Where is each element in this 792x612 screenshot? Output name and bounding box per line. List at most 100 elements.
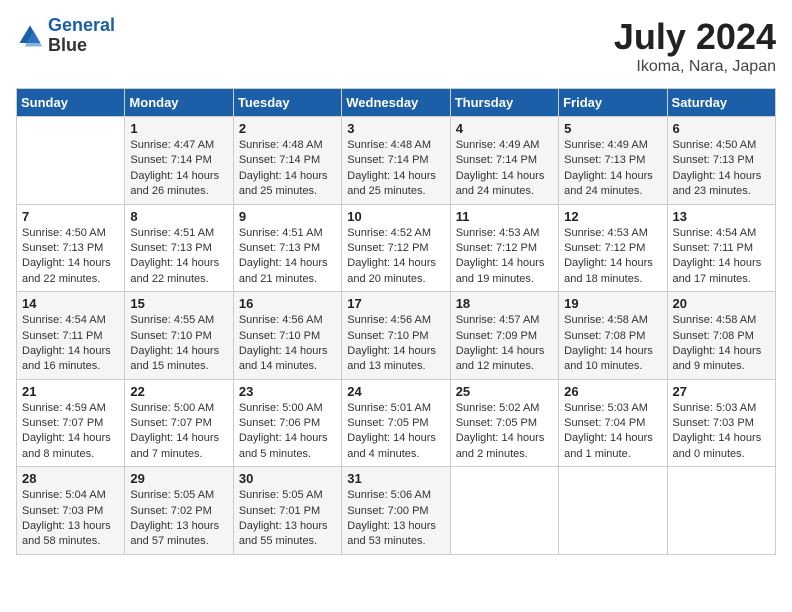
cell-info: Sunrise: 4:57 AMSunset: 7:09 PMDaylight:…	[456, 313, 553, 375]
day-number: 17	[347, 296, 444, 311]
calendar-cell: 10Sunrise: 4:52 AMSunset: 7:12 PMDayligh…	[342, 204, 450, 292]
cell-info: Sunrise: 4:48 AMSunset: 7:14 PMDaylight:…	[239, 138, 336, 200]
day-header: Friday	[559, 89, 667, 117]
calendar-cell: 1Sunrise: 4:47 AMSunset: 7:14 PMDaylight…	[125, 117, 233, 205]
cell-info: Sunrise: 4:58 AMSunset: 7:08 PMDaylight:…	[673, 313, 770, 375]
title-block: July 2024 Ikoma, Nara, Japan	[614, 16, 776, 76]
day-number: 29	[130, 471, 227, 486]
cell-info: Sunrise: 5:06 AMSunset: 7:00 PMDaylight:…	[347, 488, 444, 550]
calendar-cell: 12 Sunrise: 4:53 AMSunset: 7:12 PMDayligh…	[559, 204, 667, 292]
cell-info: Sunrise: 4:53 AMSunset: 7:12 PMDaylight:…	[564, 226, 661, 288]
calendar-table: SundayMondayTuesdayWednesdayThursdayFrid…	[16, 88, 776, 555]
day-number: 15	[130, 296, 227, 311]
cell-info: Sunrise: 4:50 AMSunset: 7:13 PMDaylight:…	[673, 138, 770, 200]
day-number: 11	[456, 209, 553, 224]
page-header: General Blue July 2024 Ikoma, Nara, Japa…	[16, 16, 776, 76]
calendar-cell: 23 Sunrise: 5:00 AMSunset: 7:06 PMDayligh…	[233, 379, 341, 467]
calendar-cell: 24 Sunrise: 5:01 AMSunset: 7:05 PMDayligh…	[342, 379, 450, 467]
calendar-cell: 15 Sunrise: 4:55 AMSunset: 7:10 PMDayligh…	[125, 292, 233, 380]
logo-icon	[16, 22, 44, 50]
day-number: 27	[673, 384, 770, 399]
cell-info: Sunrise: 4:49 AMSunset: 7:14 PMDaylight:…	[456, 138, 553, 200]
cell-info: Sunrise: 5:05 AMSunset: 7:01 PMDaylight:…	[239, 488, 336, 550]
day-number: 22	[130, 384, 227, 399]
calendar-cell	[559, 467, 667, 555]
cell-info: Sunrise: 4:56 AMSunset: 7:10 PMDaylight:…	[239, 313, 336, 375]
calendar-cell: 31Sunrise: 5:06 AMSunset: 7:00 PMDayligh…	[342, 467, 450, 555]
cell-info: Sunrise: 4:48 AMSunset: 7:14 PMDaylight:…	[347, 138, 444, 200]
cell-info: Sunrise: 4:50 AMSunset: 7:13 PMDaylight:…	[22, 226, 119, 288]
day-number: 3	[347, 121, 444, 136]
day-number: 9	[239, 209, 336, 224]
logo-text: General Blue	[48, 16, 115, 56]
day-number: 7	[22, 209, 119, 224]
calendar-cell: 6 Sunrise: 4:50 AMSunset: 7:13 PMDaylight…	[667, 117, 775, 205]
logo: General Blue	[16, 16, 115, 56]
calendar-cell: 9 Sunrise: 4:51 AMSunset: 7:13 PMDaylight…	[233, 204, 341, 292]
cell-info: Sunrise: 4:55 AMSunset: 7:10 PMDaylight:…	[130, 313, 227, 375]
calendar-cell: 17 Sunrise: 4:56 AMSunset: 7:10 PMDayligh…	[342, 292, 450, 380]
calendar-cell: 7 Sunrise: 4:50 AMSunset: 7:13 PMDaylight…	[17, 204, 125, 292]
header-row: SundayMondayTuesdayWednesdayThursdayFrid…	[17, 89, 776, 117]
calendar-cell: 13Sunrise: 4:54 AMSunset: 7:11 PMDayligh…	[667, 204, 775, 292]
cell-info: Sunrise: 4:51 AMSunset: 7:13 PMDaylight:…	[130, 226, 227, 288]
calendar-cell	[17, 117, 125, 205]
calendar-week-row: 7 Sunrise: 4:50 AMSunset: 7:13 PMDaylight…	[17, 204, 776, 292]
day-header: Thursday	[450, 89, 558, 117]
cell-info: Sunrise: 4:53 AMSunset: 7:12 PMDaylight:…	[456, 226, 553, 288]
calendar-cell	[667, 467, 775, 555]
day-number: 4	[456, 121, 553, 136]
calendar-cell: 21Sunrise: 4:59 AMSunset: 7:07 PMDayligh…	[17, 379, 125, 467]
cell-info: Sunrise: 4:51 AMSunset: 7:13 PMDaylight:…	[239, 226, 336, 288]
day-number: 26	[564, 384, 661, 399]
calendar-week-row: 14 Sunrise: 4:54 AMSunset: 7:11 PMDayligh…	[17, 292, 776, 380]
calendar-cell: 8 Sunrise: 4:51 AMSunset: 7:13 PMDaylight…	[125, 204, 233, 292]
cell-info: Sunrise: 5:05 AMSunset: 7:02 PMDaylight:…	[130, 488, 227, 550]
day-number: 24	[347, 384, 444, 399]
day-header: Saturday	[667, 89, 775, 117]
cell-info: Sunrise: 4:47 AMSunset: 7:14 PMDaylight:…	[130, 138, 227, 200]
main-title: July 2024	[614, 16, 776, 58]
calendar-cell: 2 Sunrise: 4:48 AMSunset: 7:14 PMDaylight…	[233, 117, 341, 205]
cell-info: Sunrise: 5:02 AMSunset: 7:05 PMDaylight:…	[456, 401, 553, 463]
day-number: 12	[564, 209, 661, 224]
cell-info: Sunrise: 4:56 AMSunset: 7:10 PMDaylight:…	[347, 313, 444, 375]
cell-info: Sunrise: 5:00 AMSunset: 7:07 PMDaylight:…	[130, 401, 227, 463]
day-number: 18	[456, 296, 553, 311]
cell-info: Sunrise: 4:49 AMSunset: 7:13 PMDaylight:…	[564, 138, 661, 200]
calendar-cell: 29 Sunrise: 5:05 AMSunset: 7:02 PMDayligh…	[125, 467, 233, 555]
day-header: Monday	[125, 89, 233, 117]
cell-info: Sunrise: 4:58 AMSunset: 7:08 PMDaylight:…	[564, 313, 661, 375]
subtitle: Ikoma, Nara, Japan	[614, 58, 776, 76]
cell-info: Sunrise: 4:54 AMSunset: 7:11 PMDaylight:…	[673, 226, 770, 288]
day-number: 14	[22, 296, 119, 311]
day-number: 21	[22, 384, 119, 399]
day-number: 10	[347, 209, 444, 224]
cell-info: Sunrise: 5:03 AMSunset: 7:03 PMDaylight:…	[673, 401, 770, 463]
calendar-cell: 11 Sunrise: 4:53 AMSunset: 7:12 PMDayligh…	[450, 204, 558, 292]
calendar-cell	[450, 467, 558, 555]
cell-info: Sunrise: 5:01 AMSunset: 7:05 PMDaylight:…	[347, 401, 444, 463]
cell-info: Sunrise: 5:04 AMSunset: 7:03 PMDaylight:…	[22, 488, 119, 550]
calendar-cell: 22 Sunrise: 5:00 AMSunset: 7:07 PMDayligh…	[125, 379, 233, 467]
day-number: 8	[130, 209, 227, 224]
calendar-cell: 20 Sunrise: 4:58 AMSunset: 7:08 PMDayligh…	[667, 292, 775, 380]
day-number: 23	[239, 384, 336, 399]
cell-info: Sunrise: 5:00 AMSunset: 7:06 PMDaylight:…	[239, 401, 336, 463]
day-number: 2	[239, 121, 336, 136]
calendar-week-row: 1Sunrise: 4:47 AMSunset: 7:14 PMDaylight…	[17, 117, 776, 205]
calendar-cell: 28 Sunrise: 5:04 AMSunset: 7:03 PMDayligh…	[17, 467, 125, 555]
calendar-cell: 18 Sunrise: 4:57 AMSunset: 7:09 PMDayligh…	[450, 292, 558, 380]
calendar-cell: 5Sunrise: 4:49 AMSunset: 7:13 PMDaylight…	[559, 117, 667, 205]
day-number: 6	[673, 121, 770, 136]
cell-info: Sunrise: 4:54 AMSunset: 7:11 PMDaylight:…	[22, 313, 119, 375]
day-number: 30	[239, 471, 336, 486]
calendar-cell: 16 Sunrise: 4:56 AMSunset: 7:10 PMDayligh…	[233, 292, 341, 380]
day-number: 28	[22, 471, 119, 486]
day-number: 16	[239, 296, 336, 311]
calendar-cell: 27 Sunrise: 5:03 AMSunset: 7:03 PMDayligh…	[667, 379, 775, 467]
day-header: Tuesday	[233, 89, 341, 117]
calendar-cell: 4 Sunrise: 4:49 AMSunset: 7:14 PMDaylight…	[450, 117, 558, 205]
day-number: 20	[673, 296, 770, 311]
calendar-week-row: 21Sunrise: 4:59 AMSunset: 7:07 PMDayligh…	[17, 379, 776, 467]
